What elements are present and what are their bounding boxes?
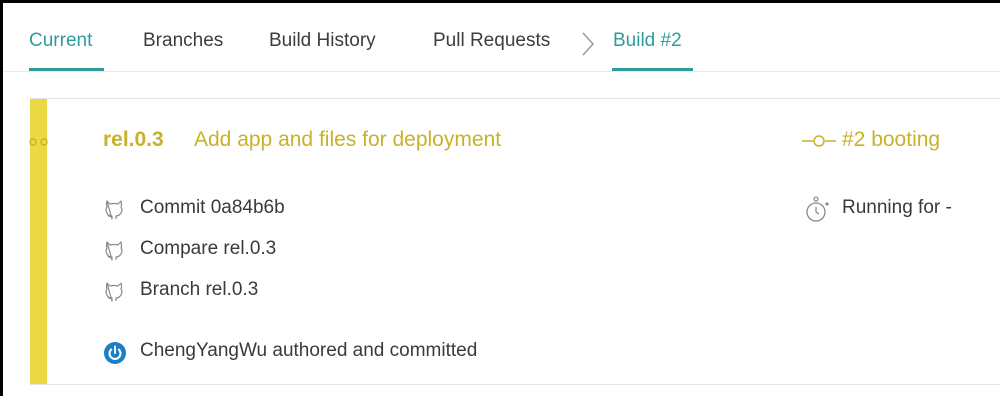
tab-bar-divider [3, 71, 1000, 72]
tab-build-history[interactable]: Build History [269, 30, 376, 52]
tab-build-2[interactable]: Build #2 [613, 30, 682, 52]
author-label: ChengYangWu authored and committed [140, 340, 478, 361]
branch-name[interactable]: rel.0.3 [103, 128, 164, 152]
commit-message[interactable]: Add app and files for deployment [194, 128, 501, 152]
tab-bar: Current Branches Build History Pull Requ… [3, 3, 1000, 72]
stopwatch-icon [806, 196, 829, 222]
build-duration-label: Running for - [842, 197, 952, 218]
tab-pull-requests[interactable]: Pull Requests [433, 30, 550, 52]
tab-current[interactable]: Current [29, 30, 92, 52]
build-status[interactable]: #2 booting [842, 128, 940, 152]
tab-branches[interactable]: Branches [143, 30, 223, 52]
commit-link-label: Commit 0a84b6b [140, 197, 285, 218]
build-state-dots-icon [29, 138, 48, 146]
branch-link-label: Branch rel.0.3 [140, 279, 259, 300]
github-icon [105, 241, 123, 261]
compare-link-label: Compare rel.0.3 [140, 238, 277, 259]
github-icon [105, 282, 123, 302]
breadcrumb-chevron-icon [582, 32, 595, 56]
commit-icon [802, 135, 836, 147]
github-icon [105, 200, 123, 220]
author-avatar[interactable] [103, 341, 127, 365]
